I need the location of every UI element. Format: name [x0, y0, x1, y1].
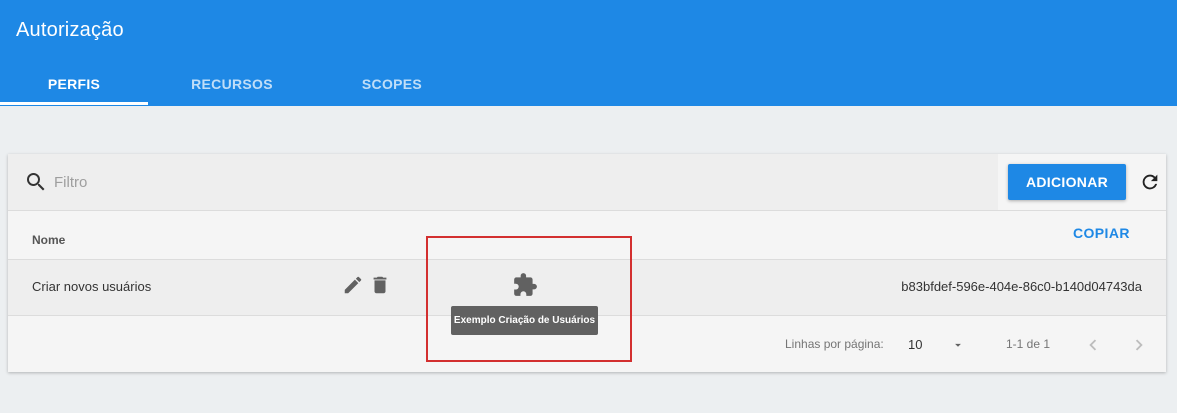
active-tab-indicator: [0, 102, 148, 105]
rows-per-page-label: Linhas por página:: [785, 337, 884, 351]
app-bar: Autorização PERFIS RECURSOS SCOPES: [0, 0, 1177, 106]
app-title: Autorização: [16, 19, 124, 41]
chevron-left-icon[interactable]: [1082, 334, 1104, 356]
trash-icon[interactable]: [369, 274, 391, 296]
highlight-annotation: [426, 236, 632, 362]
search-icon: [27, 173, 45, 191]
toolbar-divider: [8, 210, 1166, 211]
pagination-range: 1-1 de 1: [1006, 337, 1051, 351]
tab-perfis[interactable]: PERFIS: [0, 62, 148, 106]
row-name: Criar novos usuários: [32, 279, 152, 294]
row-id: b83bfdef-596e-404e-86c0-b140d04743da: [901, 279, 1142, 294]
tab-bar: PERFIS RECURSOS SCOPES: [0, 62, 468, 106]
refresh-icon[interactable]: [1139, 171, 1161, 193]
column-header-nome: Nome: [32, 233, 66, 247]
search-toolbar: [8, 154, 998, 210]
copy-button[interactable]: COPIAR: [1073, 225, 1130, 241]
tab-scopes[interactable]: SCOPES: [316, 62, 468, 106]
chevron-right-icon[interactable]: [1128, 334, 1150, 356]
search-input[interactable]: [54, 168, 954, 196]
tab-recursos[interactable]: RECURSOS: [148, 62, 316, 106]
profiles-card: ADICIONAR Nome COPIAR Criar novos usuári…: [8, 154, 1166, 372]
pencil-icon[interactable]: [342, 274, 364, 296]
caret-down-icon: [955, 343, 961, 347]
add-button[interactable]: ADICIONAR: [1008, 164, 1126, 200]
rows-per-page-value: 10: [908, 337, 923, 352]
rows-per-page-select[interactable]: 10: [908, 335, 968, 355]
